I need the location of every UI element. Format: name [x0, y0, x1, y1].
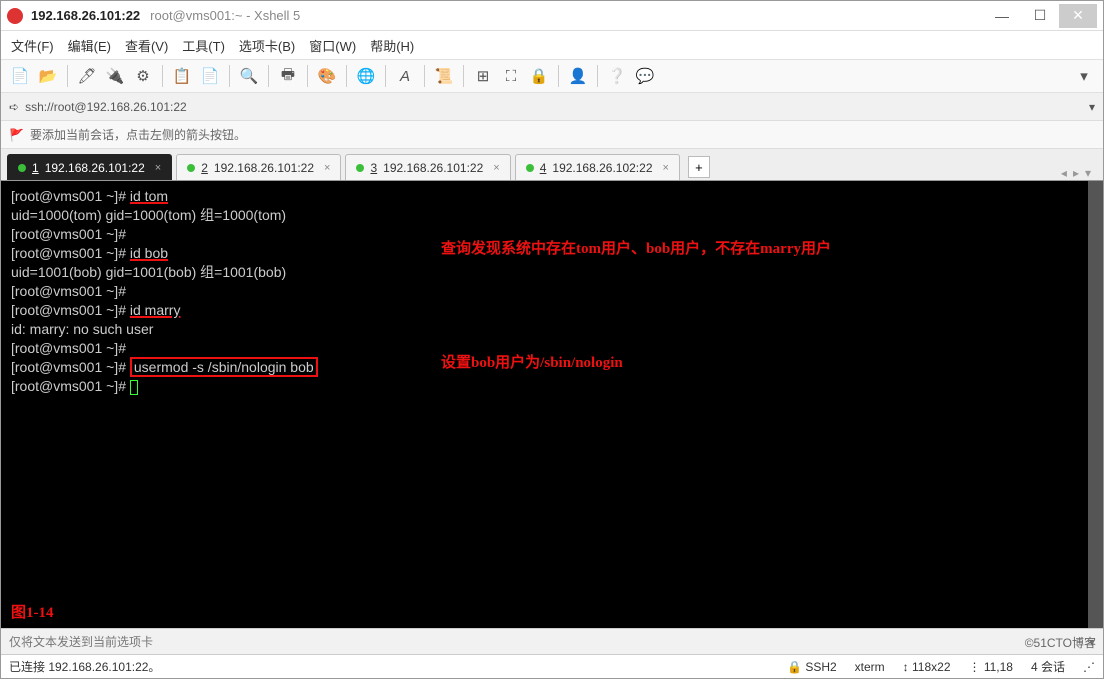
- chat-icon[interactable]: 💬: [632, 63, 658, 89]
- title-ip: 192.168.26.101:22: [31, 8, 140, 23]
- watermark: ©51CTO博客: [1025, 634, 1096, 651]
- tab-list-icon[interactable]: ▾: [1085, 166, 1091, 180]
- hint-text: 要添加当前会话，点击左侧的箭头按钮。: [30, 126, 246, 143]
- close-button[interactable]: ✕: [1059, 4, 1097, 28]
- status-pos: ⋮ 11,18: [969, 660, 1013, 674]
- menu-bar: 文件(F) 编辑(E) 查看(V) 工具(T) 选项卡(B) 窗口(W) 帮助(…: [1, 31, 1103, 59]
- cursor-icon: [130, 380, 138, 395]
- terminal-line: uid=1001(bob) gid=1001(bob) 组=1001(bob): [11, 263, 1093, 282]
- status-size: ↕ 118x22: [903, 660, 951, 674]
- lock-icon[interactable]: 🔒: [526, 63, 552, 89]
- help-icon[interactable]: ❔: [604, 63, 630, 89]
- terminal-line: uid=1000(tom) gid=1000(tom) 组=1000(tom): [11, 206, 1093, 225]
- tab-close-icon[interactable]: ×: [663, 162, 669, 174]
- print-icon[interactable]: 🖶: [275, 63, 301, 89]
- app-logo-icon: [7, 8, 23, 24]
- tab-status-icon: [18, 164, 26, 172]
- address-overflow-icon[interactable]: ▾: [1089, 100, 1095, 114]
- minimize-button[interactable]: —: [983, 4, 1021, 28]
- title-text: root@vms001:~ - Xshell 5: [150, 8, 300, 23]
- tab-status-icon: [526, 164, 534, 172]
- menu-edit[interactable]: 编辑(E): [68, 36, 111, 55]
- session-tab[interactable]: 4 192.168.26.102:22×: [515, 154, 680, 180]
- disconnect-icon[interactable]: 🔌: [102, 63, 128, 89]
- tab-status-icon: [187, 164, 195, 172]
- status-bar: 已连接 192.168.26.101:22。 🔒 SSH2 xterm ↕ 11…: [1, 654, 1103, 678]
- status-sessions: 4 会话: [1031, 658, 1065, 675]
- terminal-line: id: marry: no such user: [11, 320, 1093, 339]
- toolbar: 📄 📂 🖊 🔌 ⚙ 📋 📄 🔍 🖶 🎨 🌐 A 📜 ⊞ ⛶ 🔒 👤 ❔ 💬 ▾: [1, 59, 1103, 93]
- tab-close-icon[interactable]: ×: [324, 162, 330, 174]
- address-text[interactable]: ssh://root@192.168.26.101:22: [25, 100, 187, 114]
- status-connection: 已连接 192.168.26.101:22。: [9, 658, 160, 675]
- title-bar: 192.168.26.101:22 root@vms001:~ - Xshell…: [1, 1, 1103, 31]
- font-icon[interactable]: A: [392, 63, 418, 89]
- terminal-line: [root@vms001 ~]#: [11, 377, 1093, 396]
- maximize-button[interactable]: ☐: [1021, 4, 1059, 28]
- menu-window[interactable]: 窗口(W): [309, 36, 356, 55]
- tab-close-icon[interactable]: ×: [493, 162, 499, 174]
- terminal[interactable]: [root@vms001 ~]# id tomuid=1000(tom) gid…: [1, 181, 1103, 628]
- address-arrow-icon[interactable]: ➪: [9, 100, 19, 114]
- tab-prev-icon[interactable]: ◂: [1061, 166, 1067, 180]
- menu-tabs[interactable]: 选项卡(B): [239, 36, 295, 55]
- annotation-1: 查询发现系统中存在tom用户、bob用户，不存在marry用户: [441, 237, 831, 258]
- terminal-line: [root@vms001 ~]# id marry: [11, 301, 1093, 320]
- menu-view[interactable]: 查看(V): [125, 36, 168, 55]
- add-tab-button[interactable]: +: [688, 156, 710, 178]
- toolbar-overflow-icon[interactable]: ▾: [1071, 63, 1097, 89]
- tab-next-icon[interactable]: ▸: [1073, 166, 1079, 180]
- status-proto: 🔒 SSH2: [787, 660, 837, 674]
- terminal-line: [root@vms001 ~]#: [11, 282, 1093, 301]
- open-icon[interactable]: 📂: [35, 63, 61, 89]
- session-tab[interactable]: 2 192.168.26.101:22×: [176, 154, 341, 180]
- address-bar: ➪ ssh://root@192.168.26.101:22 ▾: [1, 93, 1103, 121]
- menu-file[interactable]: 文件(F): [11, 36, 54, 55]
- globe-icon[interactable]: 🌐: [353, 63, 379, 89]
- color-icon[interactable]: 🎨: [314, 63, 340, 89]
- menu-help[interactable]: 帮助(H): [370, 36, 414, 55]
- session-tab[interactable]: 1 192.168.26.101:22×: [7, 154, 172, 180]
- send-bar-text: 仅将文本发送到当前选项卡: [9, 633, 153, 650]
- properties-icon[interactable]: ⚙: [130, 63, 156, 89]
- send-bar[interactable]: 仅将文本发送到当前选项卡 ▾: [1, 628, 1103, 654]
- layout-icon[interactable]: ⊞: [470, 63, 496, 89]
- tab-status-icon: [356, 164, 364, 172]
- copy-icon[interactable]: 📋: [169, 63, 195, 89]
- paste-icon[interactable]: 📄: [197, 63, 223, 89]
- menu-tools[interactable]: 工具(T): [182, 36, 225, 55]
- fullscreen-icon[interactable]: ⛶: [498, 63, 524, 89]
- user-icon[interactable]: 👤: [565, 63, 591, 89]
- terminal-line: [root@vms001 ~]# id tom: [11, 187, 1093, 206]
- session-tab[interactable]: 3 192.168.26.101:22×: [345, 154, 510, 180]
- hint-bar: 🚩 要添加当前会话，点击左侧的箭头按钮。: [1, 121, 1103, 149]
- script-icon[interactable]: 📜: [431, 63, 457, 89]
- status-term: xterm: [855, 660, 885, 674]
- new-session-icon[interactable]: 📄: [7, 63, 33, 89]
- terminal-scrollbar[interactable]: [1088, 181, 1103, 628]
- status-grip-icon: ⋰: [1083, 660, 1095, 674]
- hint-flag-icon: 🚩: [9, 128, 24, 142]
- tab-close-icon[interactable]: ×: [155, 162, 161, 174]
- tab-nav: ◂ ▸ ▾: [1061, 166, 1097, 180]
- tab-bar: 1 192.168.26.101:22×2 192.168.26.101:22×…: [1, 149, 1103, 181]
- figure-label: 图1-14: [11, 601, 54, 622]
- connect-icon[interactable]: 🖊: [74, 63, 100, 89]
- search-icon[interactable]: 🔍: [236, 63, 262, 89]
- annotation-2: 设置bob用户为/sbin/nologin: [441, 351, 623, 372]
